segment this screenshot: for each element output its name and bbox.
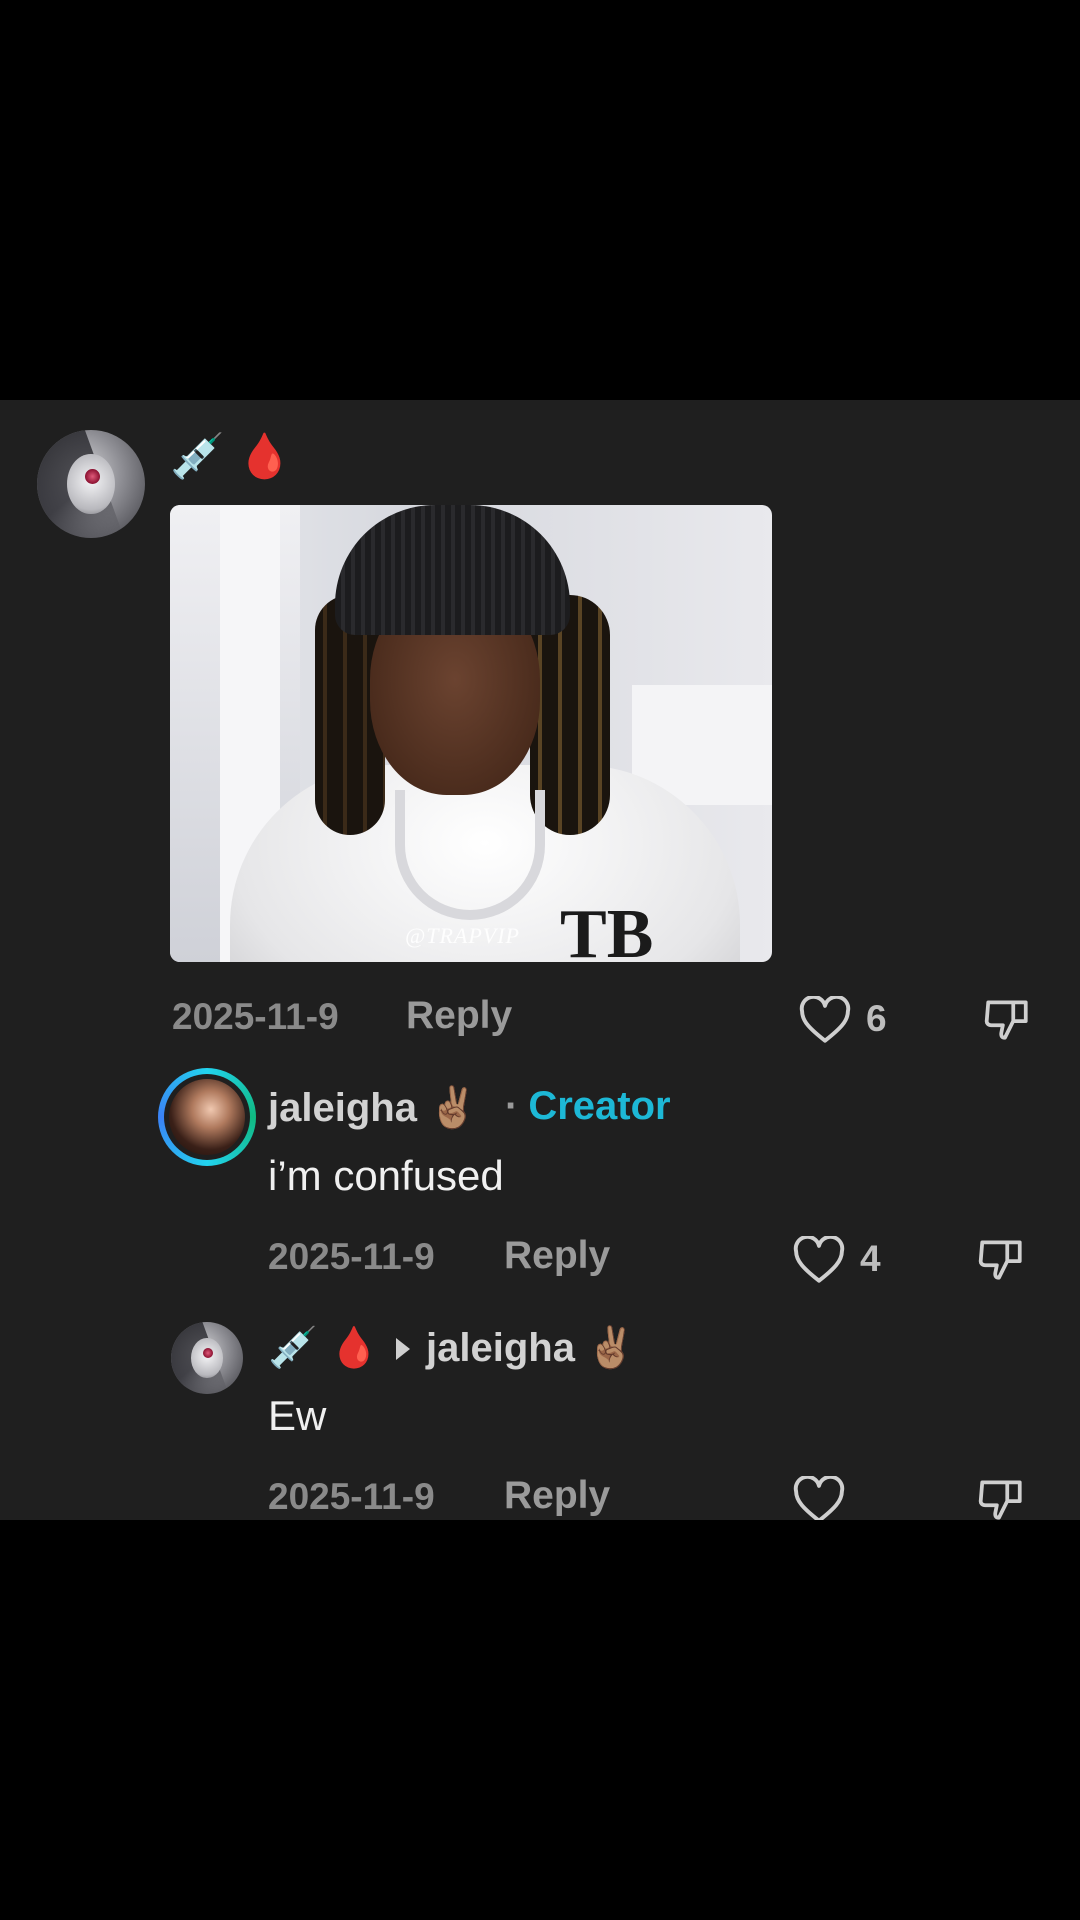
creator-badge: · Creator — [505, 1084, 671, 1128]
reply-to-username[interactable]: jaleigha ✌🏽 — [426, 1324, 636, 1371]
creator-avatar — [169, 1079, 245, 1155]
reply-text: Ew — [268, 1392, 327, 1439]
like-icon[interactable] — [792, 1476, 846, 1520]
photo-watermark: @TRAPVIP — [405, 923, 520, 948]
reply-avatar[interactable] — [171, 1322, 243, 1394]
reply-username[interactable]: 💉 🩸 — [268, 1324, 379, 1371]
syringe-icon: 💉 — [170, 431, 225, 482]
comments-panel: 💉 🩸 TB @TRAPVIP 2025-11-9 Reply 6 jaleig… — [0, 400, 1080, 1520]
reply-button[interactable]: Reply — [504, 1474, 610, 1518]
shirt-logo: TB — [560, 896, 654, 962]
like-count: 6 — [866, 998, 887, 1039]
like-icon[interactable] — [798, 996, 852, 1044]
reply-date: 2025-11-9 — [268, 1236, 435, 1277]
reply-button[interactable]: Reply — [406, 994, 512, 1038]
reply-button[interactable]: Reply — [504, 1234, 610, 1278]
dislike-icon[interactable] — [974, 1234, 1028, 1284]
commenter-username[interactable]: 💉 🩸 — [170, 430, 292, 482]
comment-photo[interactable]: TB @TRAPVIP — [170, 505, 772, 962]
comment-date: 2025-11-9 — [172, 996, 339, 1037]
dislike-icon[interactable] — [980, 994, 1034, 1044]
like-count: 4 — [860, 1238, 881, 1279]
peace-hand-icon: ✌🏽 — [586, 1325, 636, 1371]
reply-to-arrow-icon — [396, 1338, 410, 1360]
blood-drop-icon: 🩸 — [237, 431, 292, 482]
blood-drop-icon: 🩸 — [328, 1325, 379, 1371]
commenter-avatar[interactable] — [37, 430, 145, 538]
reply-date: 2025-11-9 — [268, 1476, 435, 1517]
syringe-icon: 💉 — [268, 1325, 318, 1371]
reply-text: i’m confused — [268, 1152, 504, 1199]
peace-hand-icon: ✌🏽 — [428, 1085, 478, 1131]
reply-username[interactable]: jaleigha ✌🏽 — [268, 1084, 478, 1131]
like-icon[interactable] — [792, 1236, 846, 1284]
dislike-icon[interactable] — [974, 1474, 1028, 1520]
